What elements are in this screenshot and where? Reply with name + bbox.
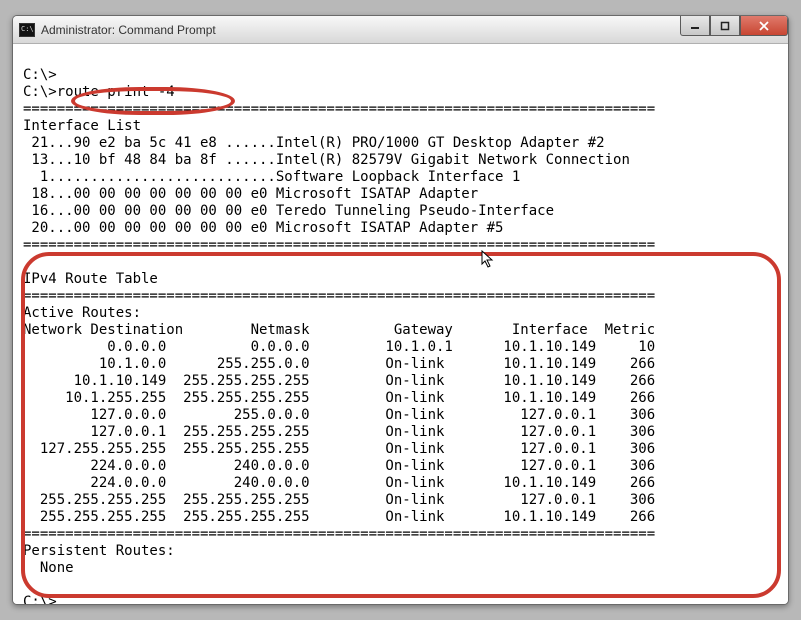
window-controls [680, 16, 788, 36]
route-row: 255.255.255.255 255.255.255.255 On-link … [23, 509, 655, 525]
divider: ========================================… [23, 526, 655, 542]
maximize-icon [720, 21, 730, 31]
interface-line: 13...10 bf 48 84 ba 8f ......Intel(R) 82… [23, 152, 630, 168]
close-button[interactable] [740, 16, 788, 36]
route-row: 10.1.255.255 255.255.255.255 On-link 10.… [23, 390, 655, 406]
interface-line: 21...90 e2 ba 5c 41 e8 ......Intel(R) PR… [23, 135, 605, 151]
route-row: 127.255.255.255 255.255.255.255 On-link … [23, 441, 655, 457]
route-row: 224.0.0.0 240.0.0.0 On-link 10.1.10.149 … [23, 475, 655, 491]
route-row: 255.255.255.255 255.255.255.255 On-link … [23, 492, 655, 508]
cmd-icon [19, 23, 35, 37]
route-row: 224.0.0.0 240.0.0.0 On-link 127.0.0.1 30… [23, 458, 655, 474]
mouse-cursor-icon [481, 250, 495, 270]
route-row: 10.1.0.0 255.255.0.0 On-link 10.1.10.149… [23, 356, 655, 372]
maximize-button[interactable] [710, 16, 740, 36]
route-header: Network Destination Netmask Gateway Inte… [23, 322, 655, 338]
divider: ========================================… [23, 288, 655, 304]
minimize-icon [690, 21, 700, 31]
interface-line: 16...00 00 00 00 00 00 00 e0 Teredo Tunn… [23, 203, 554, 219]
route-row: 127.0.0.0 255.0.0.0 On-link 127.0.0.1 30… [23, 407, 655, 423]
interface-line: 1...........................Software Loo… [23, 169, 520, 185]
interface-list-heading: Interface List [23, 118, 141, 134]
divider: ========================================… [23, 101, 655, 117]
prompt: C:\> [23, 594, 57, 604]
route-row: 10.1.10.149 255.255.255.255 On-link 10.1… [23, 373, 655, 389]
terminal-output[interactable]: C:\> C:\>route print -4 ================… [13, 44, 788, 604]
minimize-button[interactable] [680, 16, 710, 36]
window-title: Administrator: Command Prompt [41, 23, 216, 37]
divider: ========================================… [23, 237, 655, 253]
cmd-window: Administrator: Command Prompt C:\> C:\>r… [12, 15, 789, 605]
typed-command: route print -4 [57, 84, 175, 100]
persistent-routes-heading: Persistent Routes: [23, 543, 175, 559]
prompt: C:\> [23, 67, 57, 83]
route-table-title: IPv4 Route Table [23, 271, 158, 287]
close-icon [759, 21, 769, 31]
active-routes-heading: Active Routes: [23, 305, 141, 321]
route-row: 0.0.0.0 0.0.0.0 10.1.0.1 10.1.10.149 10 [23, 339, 655, 355]
interface-line: 20...00 00 00 00 00 00 00 e0 Microsoft I… [23, 220, 503, 236]
route-row: 127.0.0.1 255.255.255.255 On-link 127.0.… [23, 424, 655, 440]
prompt: C:\> [23, 84, 57, 100]
interface-line: 18...00 00 00 00 00 00 00 e0 Microsoft I… [23, 186, 478, 202]
persistent-routes-value: None [23, 560, 74, 576]
titlebar[interactable]: Administrator: Command Prompt [13, 16, 788, 44]
